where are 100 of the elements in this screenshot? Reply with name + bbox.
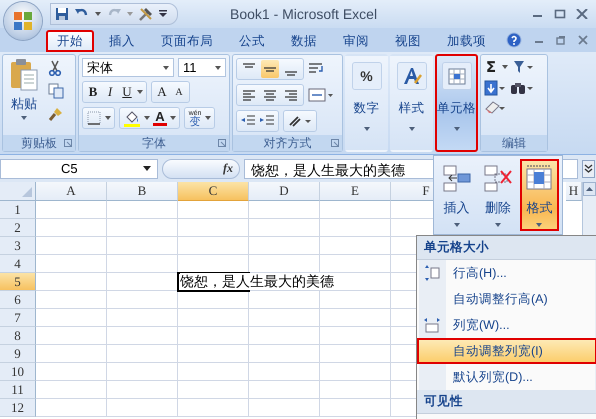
row-header[interactable]: 7: [0, 309, 36, 327]
row-header[interactable]: 2: [0, 219, 36, 237]
row-header[interactable]: 3: [0, 237, 36, 255]
filter-icon[interactable]: [512, 59, 534, 75]
close-icon[interactable]: [578, 35, 588, 45]
column-header[interactable]: C: [178, 182, 249, 201]
dropdown-arrow-icon[interactable]: [144, 116, 150, 120]
dropdown-arrow-icon: [364, 127, 370, 131]
dialog-launcher-icon[interactable]: [331, 139, 339, 147]
dropdown-arrow-icon[interactable]: [205, 116, 211, 120]
orientation-icon[interactable]: [287, 114, 313, 128]
menu-heading: 单元格大小: [417, 236, 596, 260]
row-header[interactable]: 9: [0, 345, 36, 363]
delete-cells-icon: [482, 163, 513, 193]
ribbon-tab[interactable]: 审阅: [332, 30, 380, 52]
grow-font-button[interactable]: A: [155, 84, 169, 100]
menu-item[interactable]: 行高(H)...: [417, 260, 596, 286]
collapsed-group-button[interactable]: 样式: [390, 54, 433, 152]
column-header[interactable]: A: [36, 182, 107, 201]
dropdown-arrow-icon[interactable]: [95, 12, 101, 16]
row-header[interactable]: 11: [0, 381, 36, 399]
paste-button[interactable]: 粘贴: [6, 58, 42, 132]
column-width-icon: [423, 317, 441, 333]
ribbon-tab[interactable]: 页面布局: [150, 30, 224, 52]
dropdown-arrow-icon[interactable]: [137, 90, 143, 94]
italic-button[interactable]: I: [103, 84, 117, 100]
dropdown-arrow-icon[interactable]: [170, 116, 176, 120]
group-label: 字体: [142, 134, 166, 152]
dropdown-arrow-icon: [215, 66, 221, 70]
align-lines-icon: [284, 71, 298, 76]
eraser-icon[interactable]: [484, 100, 506, 114]
column-header[interactable]: B: [107, 182, 178, 201]
ribbon-tab[interactable]: 数据: [280, 30, 328, 52]
collapsed-group-button[interactable]: % 数字: [345, 54, 388, 152]
shrink-font-button[interactable]: A: [172, 86, 186, 98]
dropdown-arrow-icon: [143, 166, 151, 171]
cut-icon[interactable]: [48, 60, 62, 76]
column-header[interactable]: E: [320, 182, 391, 201]
table-icon: [446, 66, 466, 86]
restore-icon[interactable]: [556, 35, 566, 45]
ribbon-tab[interactable]: 开始: [46, 30, 94, 52]
menu-heading: 可见性: [417, 390, 596, 414]
row-header[interactable]: 1: [0, 201, 36, 219]
dropdown-arrow-icon: [536, 223, 542, 227]
insert-function-button[interactable]: fx: [162, 158, 240, 178]
dialog-launcher-icon[interactable]: [64, 139, 72, 147]
cell-text: 饶恕，是人生最大的美德: [180, 273, 334, 290]
format-painter-icon[interactable]: [48, 106, 64, 122]
corner-triangle-icon: [22, 187, 32, 197]
ribbon-tab[interactable]: 公式: [228, 30, 276, 52]
ribbon-tab[interactable]: 视图: [384, 30, 432, 52]
expand-icon[interactable]: [582, 160, 595, 178]
align-lines-icon: [284, 89, 298, 101]
ribbon-tab[interactable]: 加载项: [436, 30, 497, 52]
font-size-field[interactable]: 11: [178, 58, 226, 77]
autosum-button[interactable]: Σ: [484, 58, 498, 76]
dropdown-arrow-icon[interactable]: [502, 65, 508, 69]
row-header[interactable]: 5: [0, 273, 36, 291]
window-title: Book1 - Microsoft Excel: [230, 6, 378, 22]
row-header[interactable]: 6: [0, 291, 36, 309]
dropdown-arrow-icon: [408, 127, 414, 131]
menu-item[interactable]: 自动调整行高(A): [417, 286, 596, 312]
row-header[interactable]: 4: [0, 255, 36, 273]
font-color-button[interactable]: A: [153, 110, 167, 126]
border-icon[interactable]: [86, 110, 102, 126]
underline-button[interactable]: U: [120, 84, 134, 100]
collapsed-group-button[interactable]: 单元格: [435, 54, 478, 152]
bold-button[interactable]: B: [86, 84, 100, 100]
scroll-up-icon[interactable]: [583, 182, 596, 196]
group-label: 剪贴板: [21, 134, 57, 152]
close-icon[interactable]: [576, 9, 588, 19]
menu-item[interactable]: 列宽(W)...: [417, 312, 596, 338]
font-name-field[interactable]: 宋体: [82, 58, 174, 77]
row-header[interactable]: 8: [0, 327, 36, 345]
save-icon[interactable]: [55, 7, 69, 21]
menu-item[interactable]: 默认列宽(D)...: [417, 364, 596, 390]
customize-arrow-icon[interactable]: [159, 10, 167, 18]
merge-center-icon[interactable]: [308, 87, 334, 103]
copy-icon[interactable]: [48, 83, 64, 99]
align-lines-icon: [242, 63, 256, 68]
column-header[interactable]: D: [249, 182, 320, 201]
ribbon-tab[interactable]: 插入: [98, 30, 146, 52]
maximize-icon[interactable]: [554, 9, 566, 19]
dialog-launcher-icon[interactable]: [218, 139, 226, 147]
tools-icon[interactable]: [138, 6, 154, 22]
dropdown-arrow-icon[interactable]: [105, 116, 111, 120]
binoculars-icon[interactable]: [510, 80, 534, 96]
fill-color-icon[interactable]: [123, 109, 141, 127]
row-header[interactable]: 12: [0, 399, 36, 417]
row-header[interactable]: 10: [0, 363, 36, 381]
help-icon[interactable]: [506, 32, 522, 48]
vertical-align-button[interactable]: [261, 60, 279, 78]
name-box[interactable]: C5: [0, 158, 158, 178]
percent-sign: %: [360, 68, 373, 84]
office-button[interactable]: [4, 2, 42, 40]
menu-item[interactable]: 自动调整列宽(I): [417, 338, 596, 364]
column-header[interactable]: H: [566, 182, 582, 201]
fill-down-icon[interactable]: [484, 80, 506, 96]
insert-cells-icon: [442, 163, 472, 193]
cells-command-button[interactable]: 格式: [520, 159, 559, 231]
